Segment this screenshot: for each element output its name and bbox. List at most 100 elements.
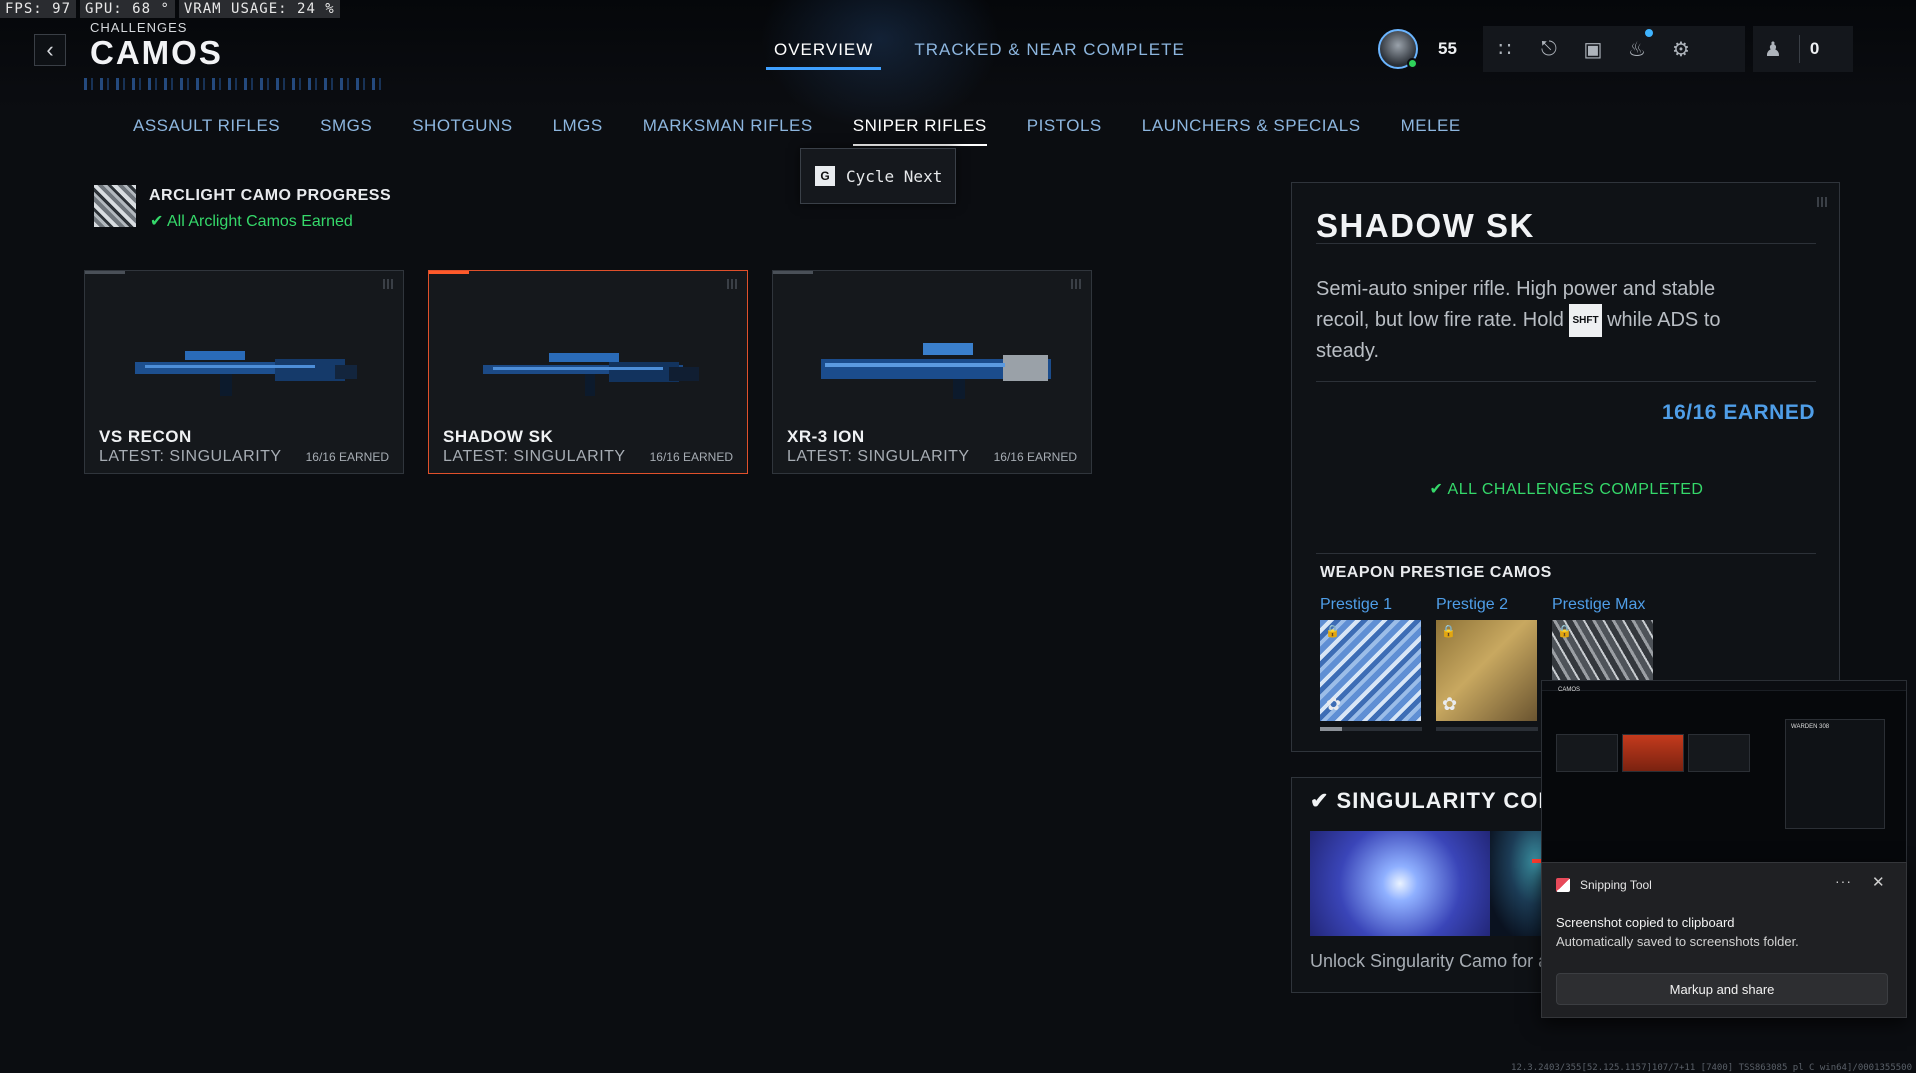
sniper-rifle-image — [135, 351, 357, 396]
build-string: 12.3.2403/355[52.125.1157]107/7+11 [7400… — [1511, 1063, 1912, 1073]
close-icon[interactable]: ✕ — [1872, 873, 1885, 891]
lock-icon: 🔒 — [1557, 624, 1572, 638]
lock-icon: 🔒 — [1325, 624, 1340, 638]
weapon-card-shadow-sk[interactable]: SHADOW SK LATEST: SINGULARITY 16/16 EARN… — [428, 270, 748, 474]
weapon-card-vs-recon[interactable]: VS RECON LATEST: SINGULARITY 16/16 EARNE… — [84, 270, 404, 474]
more-options-icon[interactable]: ··· — [1835, 873, 1852, 889]
arclight-progress-status: ✔ All Arclight Camos Earned — [150, 211, 353, 231]
top-tabs: OVERVIEW TRACKED & NEAR COMPLETE — [765, 40, 1185, 70]
tab-assault-rifles[interactable]: ASSAULT RIFLES — [133, 116, 280, 146]
weapon-earned: 16/16 EARNED — [649, 450, 733, 464]
back-button[interactable]: ‹ — [34, 34, 66, 66]
snipping-tool-icon — [1556, 878, 1570, 892]
avatar[interactable] — [1378, 29, 1418, 69]
preview-header — [1542, 681, 1906, 691]
snipping-tool-notification: Snipping Tool ··· ✕ Screenshot copied to… — [1541, 862, 1907, 1018]
tab-marksman-rifles[interactable]: MARKSMAN RIFLES — [643, 116, 813, 146]
grip-icon — [727, 279, 737, 289]
tab-smgs[interactable]: SMGS — [320, 116, 372, 146]
gpu-readout: GPU: 68 ° — [80, 0, 175, 18]
weapon-latest-camo: LATEST: SINGULARITY — [787, 448, 970, 465]
weapon-card-xr-3-ion[interactable]: XR-3 ION LATEST: SINGULARITY 16/16 EARNE… — [772, 270, 1092, 474]
tab-lmgs[interactable]: LMGS — [553, 116, 603, 146]
tab-sniper-rifles[interactable]: SNIPER RIFLES — [852, 116, 987, 146]
player-level: 55 — [1438, 39, 1457, 58]
prestige-label: Prestige 1 — [1320, 596, 1393, 613]
prestige-icon: ✿ — [1442, 694, 1458, 714]
checkmark-icon: ✔ — [1310, 788, 1337, 813]
category-tabs: ASSAULT RIFLES SMGS SHOTGUNS LMGS MARKSM… — [133, 116, 1461, 146]
weapon-name: XR-3 ION — [787, 427, 865, 446]
card-indicator — [85, 271, 125, 274]
prestige-icon: ✿ — [1326, 694, 1342, 714]
tab-tracked-near-complete[interactable]: TRACKED & NEAR COMPLETE — [914, 40, 1185, 70]
player-hud: 55 ∷ ⎋ ▣ ♨ ⚙ ♟ 0 — [1378, 26, 1853, 72]
cycle-next-tooltip[interactable]: G Cycle Next — [800, 148, 956, 204]
page-title: CAMOS — [90, 34, 223, 71]
key-hint: G — [815, 166, 835, 186]
notification-app-name: Snipping Tool — [1580, 878, 1652, 892]
preview-card — [1556, 734, 1618, 772]
notification-submessage: Automatically saved to screenshots folde… — [1556, 934, 1799, 949]
divider — [1316, 381, 1816, 382]
tab-shotguns[interactable]: SHOTGUNS — [412, 116, 512, 146]
notification-dot — [1644, 28, 1653, 37]
preview-panel: WARDEN 308 — [1785, 719, 1885, 829]
tab-pistols[interactable]: PISTOLS — [1027, 116, 1102, 146]
gear-icon[interactable]: ⚙ — [1659, 37, 1703, 62]
weapon-earned: 16/16 EARNED — [305, 450, 389, 464]
camo-swatch: 🔒 ✿ — [1320, 620, 1421, 721]
divider — [1316, 243, 1816, 244]
card-indicator — [773, 271, 813, 274]
challenges-complete-text: ALL CHALLENGES COMPLETED — [1447, 481, 1704, 498]
weapon-detail-title: SHADOW SK — [1316, 207, 1535, 244]
sniper-rifle-image — [483, 353, 699, 396]
screenshot-preview[interactable]: CAMOS WARDEN 308 — [1541, 680, 1907, 865]
performance-overlay: FPS: 97 GPU: 68 ° VRAM USAGE: 24 % — [0, 0, 340, 18]
camo-swatch: 🔒 ✿ — [1436, 620, 1537, 721]
checkmark-icon: ✔ — [150, 213, 167, 230]
tab-melee[interactable]: MELEE — [1401, 116, 1461, 146]
markup-and-share-button[interactable]: Markup and share — [1556, 973, 1888, 1005]
weapon-latest-camo: LATEST: SINGULARITY — [99, 448, 282, 465]
title-decoration — [84, 78, 384, 90]
shift-key-icon: SHFT — [1569, 304, 1602, 337]
arclight-camo-thumbnail — [94, 185, 136, 227]
arclight-status-text: All Arclight Camos Earned — [166, 213, 353, 230]
preview-panel-title: WARDEN 308 — [1791, 724, 1830, 730]
prestige-camo-1[interactable]: Prestige 1 🔒 ✿ — [1320, 596, 1422, 731]
weapon-description: Semi-auto sniper rifle. High power and s… — [1316, 275, 1746, 366]
vram-readout: VRAM USAGE: 24 % — [178, 0, 340, 18]
unlock-icon[interactable]: ⎋ — [1527, 38, 1571, 61]
camera-icon[interactable]: ▣ — [1571, 37, 1615, 62]
cycle-next-label: Cycle Next — [846, 166, 943, 186]
weapon-earned: 16/16 EARNED — [993, 450, 1077, 464]
grip-icon — [1817, 197, 1827, 207]
sniper-rifle-image — [821, 343, 1051, 399]
preview-title: CAMOS — [1558, 687, 1581, 693]
divider — [1316, 553, 1816, 554]
prestige-progress — [1436, 727, 1538, 731]
tab-overview[interactable]: OVERVIEW — [765, 40, 882, 70]
prestige-heading: WEAPON PRESTIGE CAMOS — [1320, 564, 1552, 581]
card-indicator — [429, 271, 469, 274]
prestige-label: Prestige 2 — [1436, 596, 1509, 613]
bell-icon[interactable]: ♨ — [1615, 28, 1659, 62]
tab-launchers-specials[interactable]: LAUNCHERS & SPECIALS — [1142, 116, 1361, 146]
arclight-progress-title: ARCLIGHT CAMO PROGRESS — [149, 187, 392, 204]
notification-message: Screenshot copied to clipboard — [1556, 915, 1735, 930]
divider — [1798, 35, 1800, 63]
preview-card — [1688, 734, 1750, 772]
lock-icon: 🔒 — [1441, 624, 1456, 638]
chevron-left-icon: ‹ — [46, 37, 54, 62]
weapon-earned-total: 16/16 EARNED — [1661, 401, 1815, 424]
checkmark-icon: ✔ — [1429, 481, 1448, 498]
grip-icon — [1071, 279, 1081, 289]
prestige-camo-2[interactable]: Prestige 2 🔒 ✿ — [1436, 596, 1538, 731]
prestige-label: Prestige Max — [1552, 596, 1646, 613]
weapon-detail-panel: SHADOW SK Semi-auto sniper rifle. High p… — [1291, 182, 1840, 752]
friends-icon[interactable]: ♟ — [1753, 37, 1793, 62]
breadcrumb: CHALLENGES — [90, 20, 188, 35]
hud-icon-bar: ∷ ⎋ ▣ ♨ ⚙ — [1482, 26, 1745, 72]
apps-grid-icon[interactable]: ∷ — [1483, 37, 1527, 62]
